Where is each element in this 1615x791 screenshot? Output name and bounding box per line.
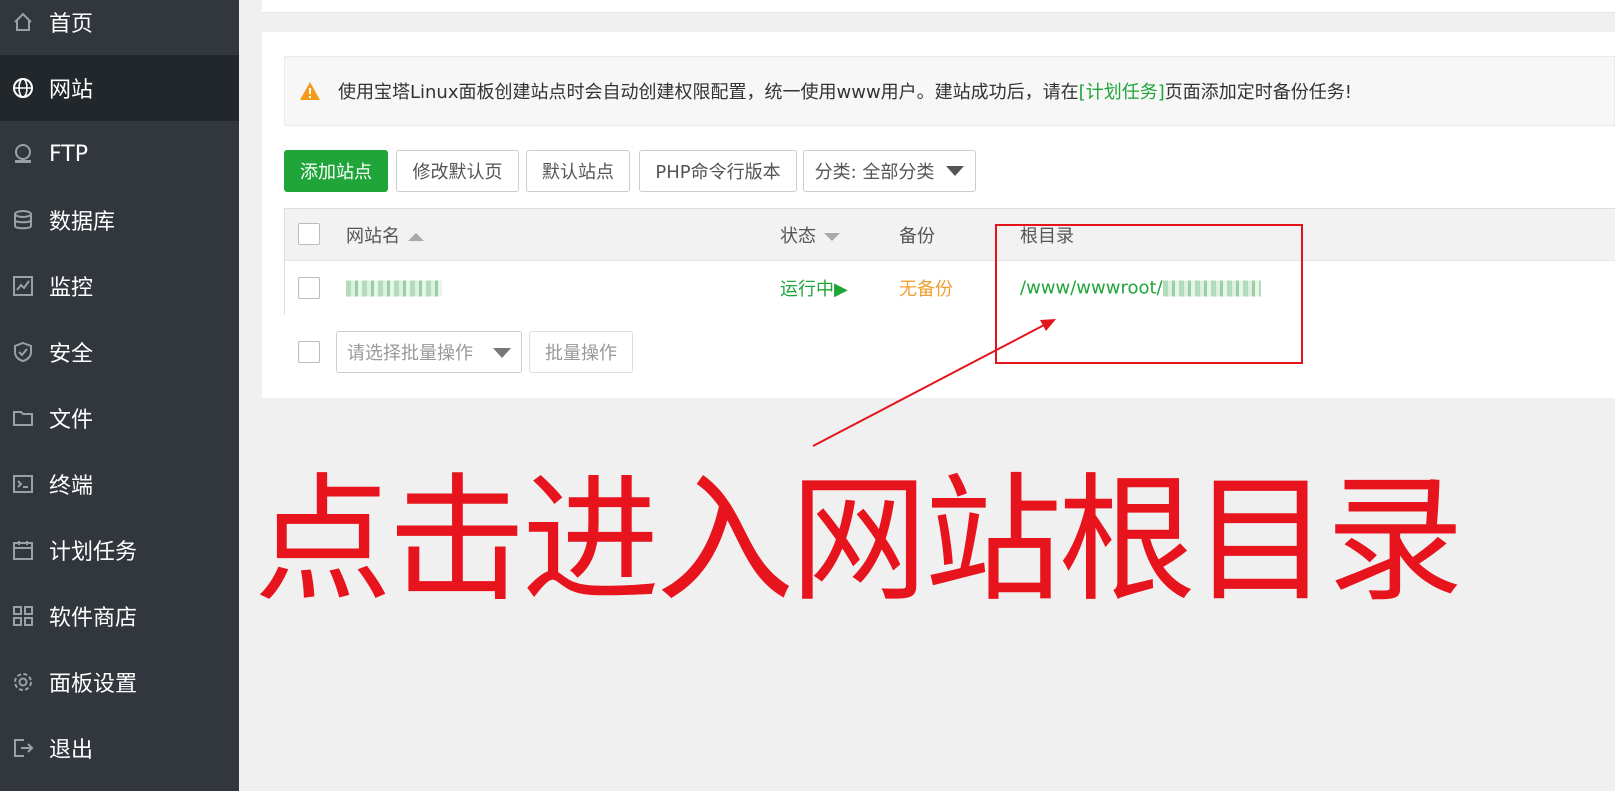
annotation-caption: 点击进入网站根目录 (254, 460, 1464, 621)
annotation-arrow (812, 319, 1056, 447)
